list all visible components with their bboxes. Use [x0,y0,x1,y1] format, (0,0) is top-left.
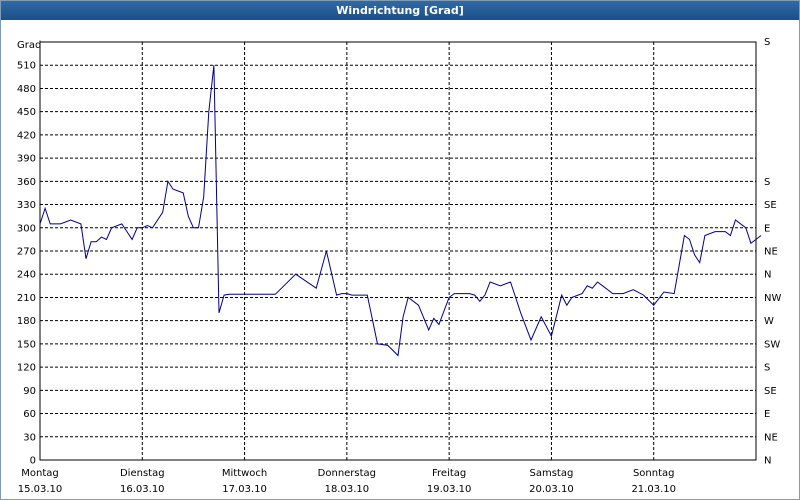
y-tick-label: 480 [17,84,36,95]
right-tick-label: SE [764,200,777,211]
y-tick-label: 390 [17,154,36,165]
y-tick-label: 90 [23,386,36,397]
y-tick-label: 300 [17,223,36,234]
x-tick-day: Donnerstag [318,468,376,479]
x-tick-date: 19.03.10 [427,484,472,495]
right-tick-label: SE [764,386,777,397]
right-tick-label: NE [764,432,778,443]
wind-direction-chart: 0 30 60 90 120 150 180 210 240 270 300 330 360 390 420… [17,37,782,495]
y-tick-label: 240 [17,270,36,281]
right-tick-label: W [764,316,774,327]
x-tick-day: Samstag [530,468,574,479]
x-tick-day: Freitag [432,468,466,479]
y-tick-label: 120 [17,363,36,374]
y-tick-label: 330 [17,200,36,211]
right-tick-label: E [764,223,770,234]
y-tick-label: 0 [30,456,36,467]
x-tick-date: 21.03.10 [631,484,676,495]
y-tick-label: 420 [17,130,36,141]
y-tick-label: 150 [17,339,36,350]
y-tick-label: 30 [23,432,36,443]
x-tick-day: Mittwoch [222,468,267,479]
right-tick-label: NE [764,247,778,258]
y-axis-label: Grad [17,40,41,51]
x-tick-day: Montag [21,468,58,479]
x-tick-date: 20.03.10 [529,484,574,495]
y-tick-label: 510 [17,61,36,72]
right-tick-label: S [764,177,770,188]
y-tick-label: 450 [17,107,36,118]
x-tick-date: 15.03.10 [18,484,63,495]
x-tick-day: Dienstag [120,468,165,479]
x-tick-date: 16.03.10 [120,484,165,495]
y-tick-label: 210 [17,293,36,304]
right-tick-label: E [764,409,770,420]
y-tick-label: 270 [17,247,36,258]
y-tick-label: 360 [17,177,36,188]
right-tick-label: N [764,456,771,467]
y-tick-label: 180 [17,316,36,327]
x-tick-date: 18.03.10 [325,484,370,495]
x-tick-day: Sonntag [633,468,675,479]
right-tick-top: S [764,37,770,48]
right-tick-label: SW [764,339,780,350]
x-tick-date: 17.03.10 [222,484,267,495]
right-tick-label: N [764,270,771,281]
right-tick-label: NW [764,293,781,304]
right-tick-label: S [764,363,770,374]
y-tick-label: 60 [23,409,36,420]
